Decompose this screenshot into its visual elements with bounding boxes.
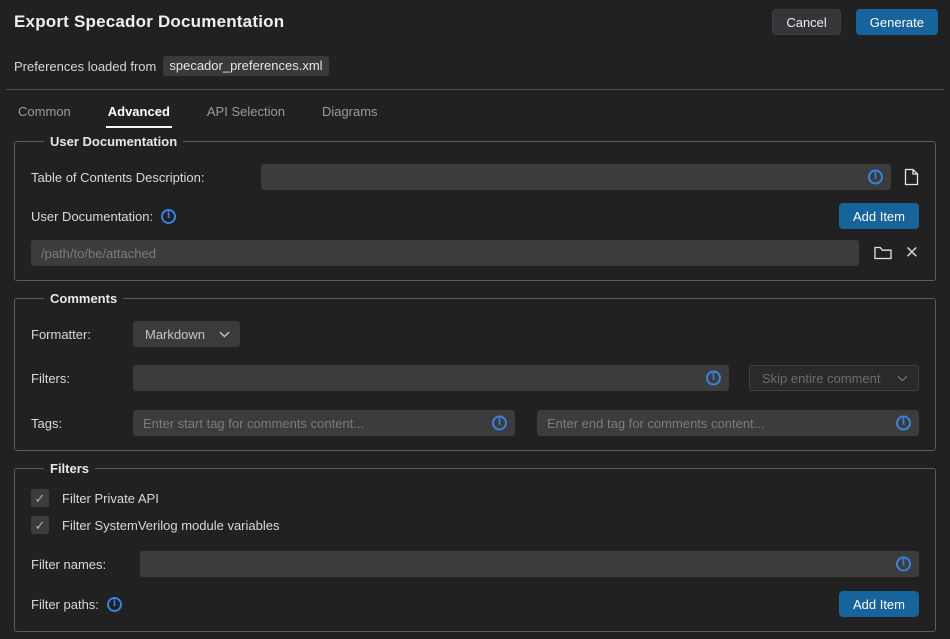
skip-comment-selected-value: Skip entire comment xyxy=(762,371,881,386)
info-icon[interactable] xyxy=(107,597,122,612)
info-icon[interactable] xyxy=(492,416,507,431)
formatter-select[interactable]: Markdown xyxy=(133,321,240,347)
header-divider xyxy=(6,89,944,90)
formatter-selected-value: Markdown xyxy=(145,327,205,342)
filter-names-row: Filter names: xyxy=(31,551,919,577)
formatter-row: Formatter: Markdown xyxy=(31,321,919,347)
tab-advanced[interactable]: Advanced xyxy=(106,101,172,128)
cancel-button[interactable]: Cancel xyxy=(772,9,840,35)
tags-row: Tags: xyxy=(31,410,919,436)
close-icon[interactable]: ✕ xyxy=(905,245,919,262)
user-doc-add-item-button[interactable]: Add Item xyxy=(839,203,919,229)
tab-diagrams[interactable]: Diagrams xyxy=(320,101,380,128)
preferences-loaded-text: Preferences loaded from xyxy=(14,59,156,74)
comment-filters-field xyxy=(133,365,729,391)
tab-api-selection[interactable]: API Selection xyxy=(205,101,287,128)
export-specador-dialog: Export Specador Documentation Cancel Gen… xyxy=(0,0,950,639)
info-icon[interactable] xyxy=(896,557,911,572)
filter-names-field xyxy=(140,551,919,577)
comments-section: Comments Formatter: Markdown Filters: Sk… xyxy=(14,291,936,451)
user-documentation-legend: User Documentation xyxy=(44,134,183,149)
comment-filters-label: Filters: xyxy=(31,371,133,386)
dialog-header: Export Specador Documentation Cancel Gen… xyxy=(0,0,950,35)
toc-description-input[interactable] xyxy=(261,164,891,190)
filters-legend: Filters xyxy=(44,461,95,476)
end-tag-field xyxy=(537,410,919,436)
start-tag-input[interactable] xyxy=(133,410,515,436)
formatter-label: Formatter: xyxy=(31,327,133,342)
attach-path-input[interactable] xyxy=(31,240,859,266)
filters-section: Filters Filter Private API Filter System… xyxy=(14,461,936,632)
toc-description-row: Table of Contents Description: xyxy=(31,164,919,190)
chevron-down-icon xyxy=(897,375,908,382)
info-icon[interactable] xyxy=(161,209,176,224)
tab-common[interactable]: Common xyxy=(16,101,73,128)
comment-filters-row: Filters: Skip entire comment xyxy=(31,365,919,391)
info-icon[interactable] xyxy=(868,170,883,185)
filter-paths-add-item-button[interactable]: Add Item xyxy=(839,591,919,617)
start-tag-field xyxy=(133,410,515,436)
file-icon[interactable] xyxy=(904,168,919,186)
user-doc-row: User Documentation: Add Item xyxy=(31,203,919,229)
filter-names-input[interactable] xyxy=(140,551,919,577)
filter-names-label: Filter names: xyxy=(31,557,140,572)
filter-private-api-label: Filter Private API xyxy=(62,491,159,506)
toc-description-label: Table of Contents Description: xyxy=(31,170,261,185)
tab-bar: Common Advanced API Selection Diagrams xyxy=(16,101,950,128)
info-icon[interactable] xyxy=(706,371,721,386)
attach-path-field xyxy=(31,240,859,266)
user-documentation-section: User Documentation Table of Contents Des… xyxy=(14,134,936,281)
toc-description-field xyxy=(261,164,891,190)
folder-icon[interactable] xyxy=(874,246,892,260)
chevron-down-icon xyxy=(219,331,230,338)
page-title: Export Specador Documentation xyxy=(14,12,772,32)
comments-legend: Comments xyxy=(44,291,123,306)
preferences-loaded-row: Preferences loaded from specador_prefere… xyxy=(14,56,936,76)
filter-paths-label: Filter paths: xyxy=(31,597,99,612)
filter-paths-row: Filter paths: Add Item xyxy=(31,591,919,617)
filter-sv-variables-checkbox[interactable] xyxy=(31,516,49,534)
tags-label: Tags: xyxy=(31,416,133,431)
comment-filters-input[interactable] xyxy=(133,365,729,391)
filter-private-api-checkbox[interactable] xyxy=(31,489,49,507)
filter-sv-variables-row: Filter SystemVerilog module variables xyxy=(31,516,919,534)
attach-path-row: ✕ xyxy=(31,240,919,266)
filter-sv-variables-label: Filter SystemVerilog module variables xyxy=(62,518,279,533)
skip-comment-select[interactable]: Skip entire comment xyxy=(749,365,919,391)
info-icon[interactable] xyxy=(896,416,911,431)
end-tag-input[interactable] xyxy=(537,410,919,436)
user-doc-label: User Documentation: xyxy=(31,209,153,224)
generate-button[interactable]: Generate xyxy=(856,9,938,35)
filter-private-api-row: Filter Private API xyxy=(31,489,919,507)
preferences-file-badge: specador_preferences.xml xyxy=(163,56,328,76)
